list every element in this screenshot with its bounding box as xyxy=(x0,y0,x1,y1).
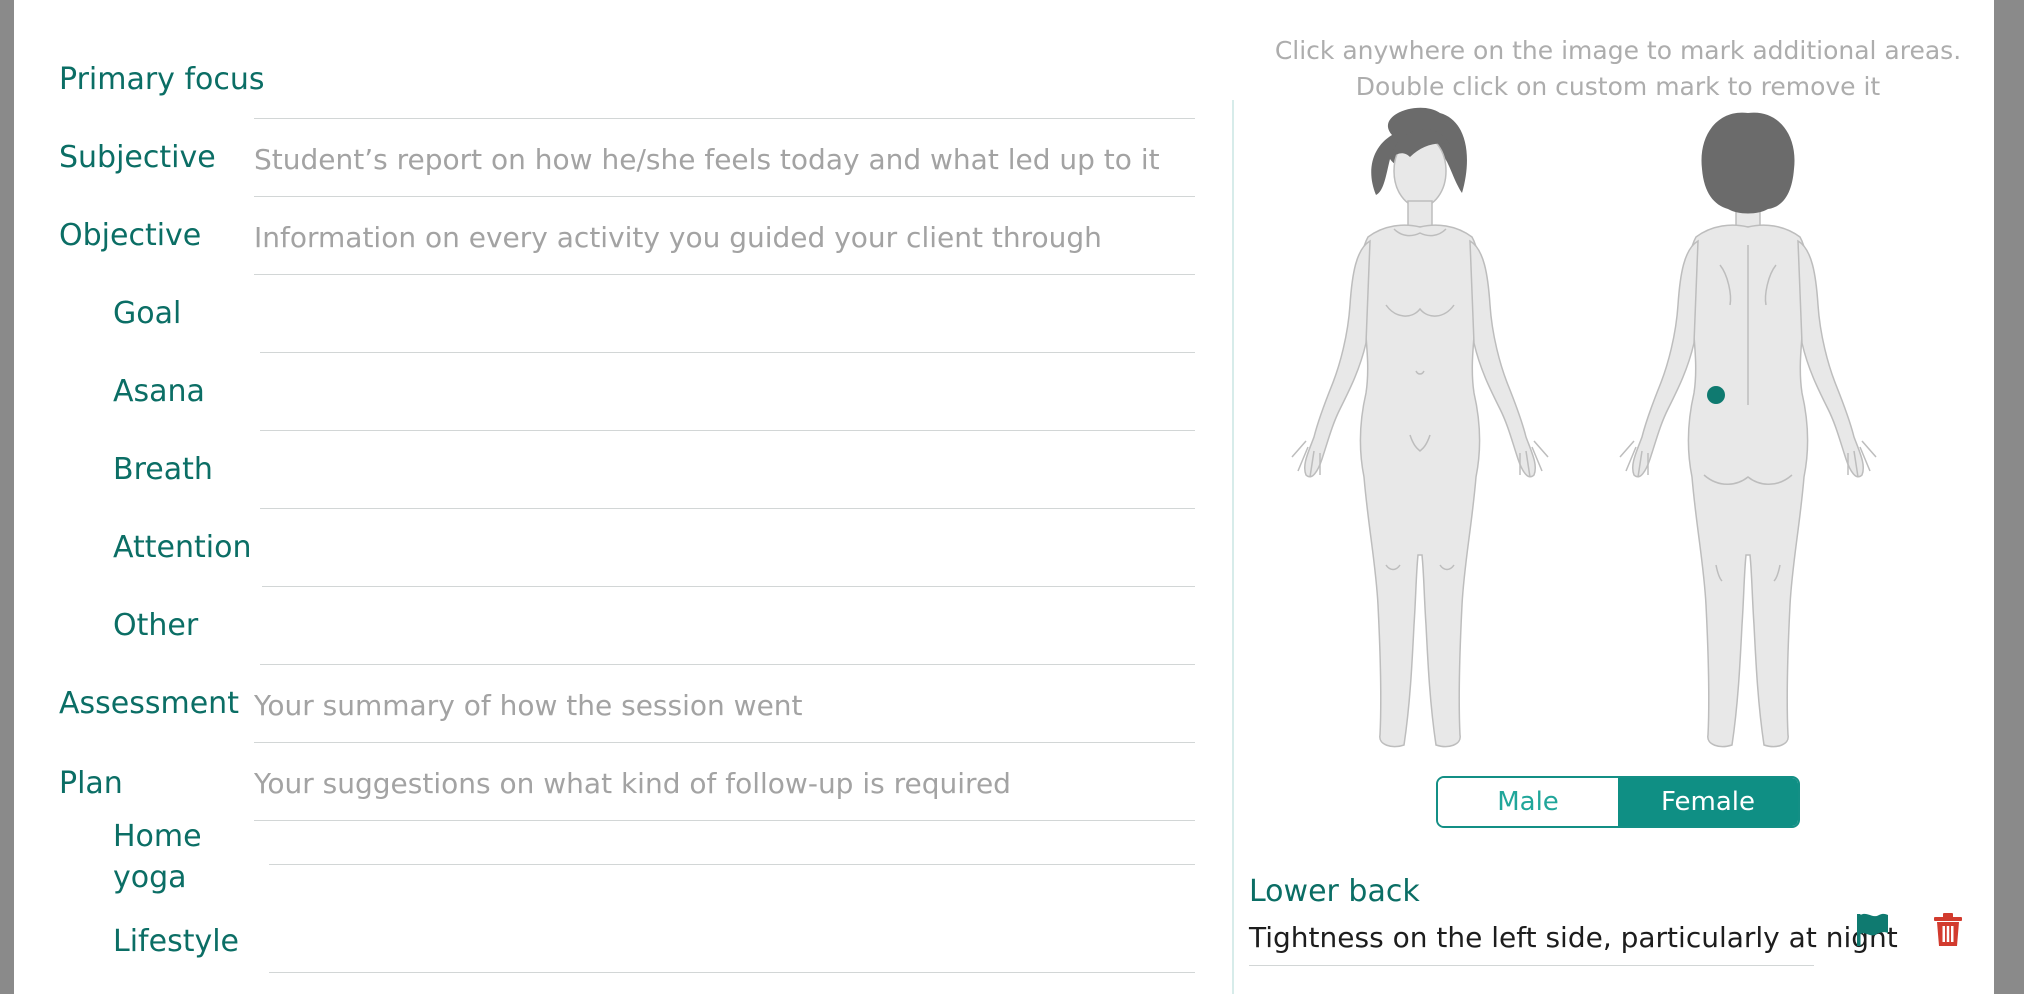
row-home-yoga: Home yoga xyxy=(59,816,1195,896)
toggle-female-button[interactable]: Female xyxy=(1618,778,1798,826)
body-map-hint-line1: Click anywhere on the image to mark addi… xyxy=(1274,36,1962,65)
attention-input[interactable] xyxy=(262,512,1195,587)
gender-toggle[interactable]: Male Female xyxy=(1436,776,1800,828)
breath-label: Breath xyxy=(113,452,213,487)
home-yoga-label-line1: Home xyxy=(113,819,202,854)
goal-input[interactable] xyxy=(260,278,1195,353)
body-back-figure[interactable] xyxy=(1619,112,1877,748)
assessment-input[interactable]: Your summary of how the session went xyxy=(254,668,1195,743)
row-goal: Goal xyxy=(59,270,1195,353)
delete-area-button[interactable] xyxy=(1932,912,1964,952)
asana-input[interactable] xyxy=(260,356,1195,431)
trash-icon xyxy=(1934,913,1962,946)
row-primary-focus: Primary focus xyxy=(59,36,1195,119)
body-front-figure[interactable] xyxy=(1291,107,1549,748)
breath-input[interactable] xyxy=(260,434,1195,509)
row-lifestyle: Lifestyle xyxy=(59,904,1195,974)
flag-icon xyxy=(1857,913,1888,946)
body-map-canvas[interactable] xyxy=(1262,105,1962,761)
row-asana: Asana xyxy=(59,348,1195,431)
body-marker-lower-back[interactable] xyxy=(1707,386,1725,404)
other-input[interactable] xyxy=(260,590,1195,665)
plan-input[interactable]: Your suggestions on what kind of follow-… xyxy=(254,746,1195,821)
marked-area-title: Lower back xyxy=(1249,874,1420,909)
plan-label: Plan xyxy=(59,766,123,801)
row-other: Other xyxy=(59,582,1195,665)
subjective-label: Subjective xyxy=(59,140,216,175)
toggle-male-button[interactable]: Male xyxy=(1438,778,1618,826)
row-attention: Attention xyxy=(59,504,1195,587)
row-assessment: Assessment Your summary of how the sessi… xyxy=(59,660,1195,743)
flag-area-button[interactable] xyxy=(1853,910,1891,952)
row-subjective: Subjective Student’s report on how he/sh… xyxy=(59,114,1195,197)
lifestyle-label: Lifestyle xyxy=(113,924,240,959)
objective-label: Objective xyxy=(59,218,202,253)
row-objective: Objective Information on every activity … xyxy=(59,192,1195,275)
subjective-input[interactable]: Student’s report on how he/she feels tod… xyxy=(254,122,1195,197)
marked-area-note-input[interactable]: Tightness on the left side, particularly… xyxy=(1249,910,1898,966)
primary-focus-label: Primary focus xyxy=(59,62,265,97)
primary-focus-input[interactable] xyxy=(254,44,1195,119)
window-scrollbar[interactable] xyxy=(1994,0,2024,994)
assessment-label: Assessment xyxy=(59,686,239,721)
goal-label: Goal xyxy=(113,296,182,331)
objective-input[interactable]: Information on every activity you guided… xyxy=(254,200,1195,275)
home-yoga-label-line2: yoga xyxy=(113,860,187,895)
home-yoga-input[interactable] xyxy=(269,816,1195,865)
row-plan: Plan Your suggestions on what kind of fo… xyxy=(59,738,1195,821)
row-breath: Breath xyxy=(59,426,1195,509)
body-map-hint-line2: Double click on custom mark to remove it xyxy=(1355,72,1881,101)
asana-label: Asana xyxy=(113,374,205,409)
attention-label: Attention xyxy=(113,530,252,565)
panel-divider xyxy=(1232,100,1234,994)
lifestyle-input[interactable] xyxy=(269,904,1195,973)
other-label: Other xyxy=(113,608,199,643)
home-yoga-label: Home yoga xyxy=(113,816,202,898)
